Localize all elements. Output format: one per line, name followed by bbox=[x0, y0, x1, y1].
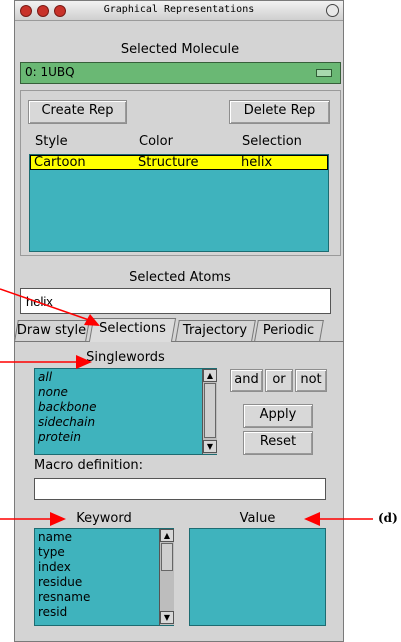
and-button[interactable]: and bbox=[230, 369, 263, 392]
window-title: Graphical Representations bbox=[103, 4, 255, 15]
annotation-label-d: (d) bbox=[378, 511, 398, 525]
scroll-thumb[interactable] bbox=[204, 383, 216, 438]
value-header: Value bbox=[239, 511, 276, 526]
delete-rep-button[interactable]: Delete Rep bbox=[229, 100, 330, 124]
tab-label: Periodic bbox=[263, 323, 315, 338]
keyword-list[interactable]: name type index residue resname resid bbox=[34, 528, 174, 626]
tab-divider bbox=[14, 341, 344, 342]
singlewords-list[interactable]: all none backbone sidechain protein bbox=[34, 368, 217, 455]
title-bar[interactable]: Graphical Representations bbox=[15, 1, 343, 21]
or-button[interactable]: or bbox=[265, 369, 293, 392]
rep-list[interactable]: Cartoon Structure helix bbox=[29, 154, 329, 252]
tab-label: Draw style bbox=[17, 323, 87, 338]
tab-label: Trajectory bbox=[183, 323, 248, 338]
rep-color: Structure bbox=[138, 155, 199, 170]
tab-periodic[interactable]: Periodic bbox=[254, 320, 324, 341]
tab-label: Selections bbox=[99, 321, 167, 336]
list-item[interactable]: sidechain bbox=[38, 415, 213, 430]
list-item[interactable]: type bbox=[38, 545, 170, 560]
scroll-down-icon[interactable]: ▼ bbox=[160, 611, 174, 624]
list-item[interactable]: none bbox=[38, 385, 213, 400]
menu-button-icon[interactable] bbox=[316, 69, 332, 77]
selected-atoms-header: Selected Atoms bbox=[129, 270, 231, 285]
tab-selections[interactable]: Selections bbox=[88, 318, 177, 342]
apply-button[interactable]: Apply bbox=[243, 404, 313, 428]
singlewords-header: Singlewords bbox=[86, 350, 165, 365]
keyword-header: Keyword bbox=[76, 511, 132, 526]
scroll-thumb[interactable] bbox=[161, 543, 173, 571]
molecule-selector[interactable]: 0: 1UBQ bbox=[20, 62, 341, 84]
list-item[interactable]: residue bbox=[38, 575, 170, 590]
selected-molecule-header: Selected Molecule bbox=[120, 42, 240, 57]
rep-style: Cartoon bbox=[34, 155, 86, 170]
scroll-down-icon[interactable]: ▼ bbox=[203, 440, 217, 453]
list-item[interactable]: all bbox=[38, 370, 213, 385]
macro-definition-input[interactable] bbox=[34, 478, 326, 500]
column-header-style: Style bbox=[35, 134, 68, 149]
column-header-color: Color bbox=[139, 134, 173, 149]
tab-draw-style[interactable]: Draw style bbox=[14, 320, 90, 341]
collapse-icon[interactable] bbox=[326, 4, 339, 17]
list-item[interactable]: protein bbox=[38, 430, 213, 445]
not-button[interactable]: not bbox=[295, 369, 327, 392]
list-item[interactable]: backbone bbox=[38, 400, 213, 415]
scroll-up-icon[interactable]: ▲ bbox=[203, 369, 217, 382]
selected-atoms-input[interactable] bbox=[20, 288, 331, 314]
reset-button[interactable]: Reset bbox=[243, 431, 313, 455]
tab-trajectory[interactable]: Trajectory bbox=[175, 320, 256, 341]
value-list[interactable] bbox=[189, 528, 326, 626]
molecule-selector-value: 0: 1UBQ bbox=[25, 65, 75, 79]
macro-definition-label: Macro definition: bbox=[34, 458, 144, 473]
rep-row-selected[interactable]: Cartoon Structure helix bbox=[30, 155, 328, 170]
create-rep-button[interactable]: Create Rep bbox=[28, 100, 127, 124]
scroll-up-icon[interactable]: ▲ bbox=[160, 529, 174, 542]
list-item[interactable]: resid bbox=[38, 605, 170, 620]
column-header-selection: Selection bbox=[242, 134, 302, 149]
singlewords-scrollbar[interactable]: ▲ ▼ bbox=[202, 369, 217, 454]
list-item[interactable]: index bbox=[38, 560, 170, 575]
keyword-scrollbar[interactable]: ▲ ▼ bbox=[159, 529, 174, 625]
rep-selection: helix bbox=[241, 155, 273, 170]
list-item[interactable]: resname bbox=[38, 590, 170, 605]
list-item[interactable]: name bbox=[38, 530, 170, 545]
